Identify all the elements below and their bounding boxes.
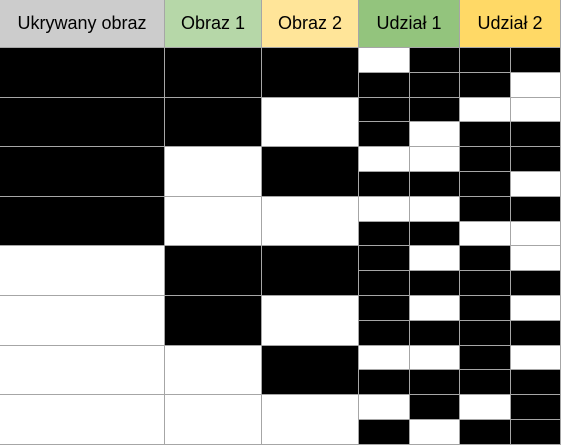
share2-subpixel <box>460 395 511 420</box>
share2-subpixel <box>510 97 561 123</box>
hidden-pixel <box>0 48 165 98</box>
share1-subpixel <box>359 48 410 73</box>
share1-subpixel <box>359 72 410 98</box>
header-image-1: Obraz 1 <box>165 0 262 48</box>
share1-subpixel <box>359 345 410 371</box>
share1-subpixel <box>409 395 460 420</box>
share2-subpixel <box>460 147 511 172</box>
share1-subpixel <box>409 196 460 222</box>
share2-subpixel <box>510 48 561 73</box>
hidden-pixel <box>0 97 165 148</box>
share1-subpixel <box>409 172 460 197</box>
share1-subpixel <box>409 246 460 272</box>
share1-subpixel <box>409 420 460 445</box>
image2-pixel <box>262 296 359 346</box>
share2-subpixel <box>460 72 511 98</box>
share1-subpixel <box>409 320 460 346</box>
share1-subpixel <box>359 420 410 445</box>
header-share-1: Udział 1 <box>359 0 460 48</box>
share1-subpixel <box>409 221 460 247</box>
image2-pixel <box>262 246 359 296</box>
share1-subpixel <box>409 72 460 98</box>
share1-subpixel <box>359 147 410 172</box>
share1-subpixel <box>409 147 460 172</box>
share2-subpixel <box>510 345 561 371</box>
hidden-pixel <box>0 296 165 346</box>
hidden-pixel <box>0 246 165 296</box>
share2-subpixel <box>460 97 511 123</box>
share2-subpixel <box>460 48 511 73</box>
share1-subpixel <box>409 345 460 371</box>
share2-subpixel <box>510 122 561 148</box>
share2-subpixel <box>510 271 561 296</box>
share1-subpixel <box>359 172 410 197</box>
hidden-pixel <box>0 395 165 445</box>
share1-subpixel <box>409 271 460 296</box>
share2-subpixel <box>510 147 561 172</box>
share2-subpixel <box>510 72 561 98</box>
share1-subpixel <box>409 97 460 123</box>
share2-subpixel <box>460 420 511 445</box>
share2-subpixel <box>510 196 561 222</box>
share2-subpixel <box>510 221 561 247</box>
visual-cryptography-table: Ukrywany obraz Obraz 1 Obraz 2 Udział 1 … <box>0 0 561 445</box>
share1-subpixel <box>359 97 410 123</box>
image2-pixel <box>262 48 359 98</box>
share2-subpixel <box>460 320 511 346</box>
hidden-pixel <box>0 196 165 247</box>
image1-pixel <box>165 246 262 296</box>
share1-subpixel <box>359 320 410 346</box>
image1-pixel <box>165 147 262 197</box>
image1-pixel <box>165 196 262 247</box>
share2-subpixel <box>460 246 511 272</box>
image2-pixel <box>262 147 359 197</box>
share2-subpixel <box>510 320 561 346</box>
image1-pixel <box>165 296 262 346</box>
share2-subpixel <box>510 420 561 445</box>
share2-subpixel <box>460 122 511 148</box>
share2-subpixel <box>510 172 561 197</box>
image2-pixel <box>262 345 359 396</box>
share1-subpixel <box>409 296 460 321</box>
header-share-2: Udział 2 <box>460 0 561 48</box>
share1-subpixel <box>359 246 410 272</box>
share2-subpixel <box>510 370 561 396</box>
share1-subpixel <box>359 196 410 222</box>
header-hidden-image: Ukrywany obraz <box>0 0 165 48</box>
share2-subpixel <box>460 296 511 321</box>
share2-subpixel <box>460 196 511 222</box>
image2-pixel <box>262 97 359 148</box>
image2-pixel <box>262 395 359 445</box>
share2-subpixel <box>460 172 511 197</box>
share1-subpixel <box>409 48 460 73</box>
image1-pixel <box>165 395 262 445</box>
image1-pixel <box>165 97 262 148</box>
share1-subpixel <box>359 122 410 148</box>
hidden-pixel <box>0 345 165 396</box>
share1-subpixel <box>409 122 460 148</box>
share2-subpixel <box>510 296 561 321</box>
share1-subpixel <box>359 271 410 296</box>
share1-subpixel <box>359 395 410 420</box>
share2-subpixel <box>460 370 511 396</box>
share1-subpixel <box>359 221 410 247</box>
share2-subpixel <box>510 395 561 420</box>
hidden-pixel <box>0 147 165 197</box>
image2-pixel <box>262 196 359 247</box>
image1-pixel <box>165 345 262 396</box>
share2-subpixel <box>460 221 511 247</box>
share2-subpixel <box>460 271 511 296</box>
share2-subpixel <box>460 345 511 371</box>
share1-subpixel <box>409 370 460 396</box>
image1-pixel <box>165 48 262 98</box>
share1-subpixel <box>359 370 410 396</box>
header-image-2: Obraz 2 <box>262 0 359 48</box>
share2-subpixel <box>510 246 561 272</box>
share1-subpixel <box>359 296 410 321</box>
